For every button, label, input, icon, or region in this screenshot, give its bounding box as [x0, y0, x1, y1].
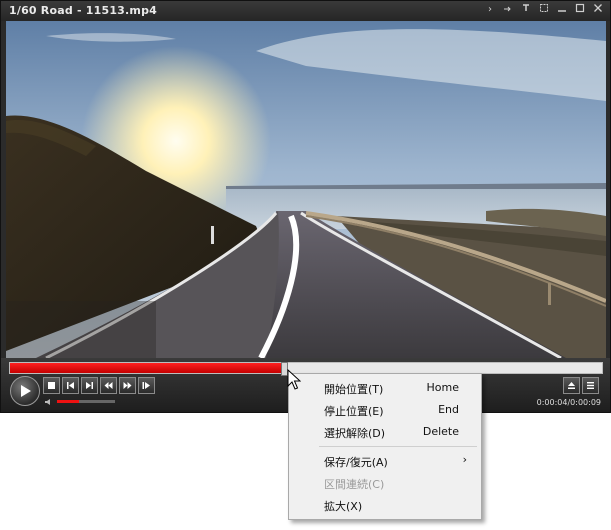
menu-item-stop-position[interactable]: 停止位置(E) End	[291, 399, 477, 421]
menu-item-shortcut: Delete	[422, 425, 459, 438]
video-frame[interactable]	[6, 21, 606, 358]
seek-progress-fill	[10, 363, 282, 373]
menu-item-shortcut: Home	[426, 381, 459, 394]
stop-button[interactable]	[43, 377, 60, 394]
skip-forward-icon	[86, 382, 93, 389]
menu-item-save-restore[interactable]: 保存/復元(A) ›	[291, 450, 477, 472]
menu-item-label: 拡大(X)	[324, 500, 363, 513]
menu-separator	[319, 446, 477, 447]
close-icon[interactable]	[592, 3, 604, 17]
volume-fill	[57, 400, 79, 403]
fast-forward-button[interactable]	[119, 377, 136, 394]
always-on-top-icon[interactable]	[520, 3, 532, 17]
fullscreen-icon[interactable]	[538, 3, 550, 17]
list-icon	[587, 382, 594, 389]
pin-icon[interactable]	[502, 3, 514, 17]
menu-item-label: 開始位置(T)	[324, 383, 384, 396]
next-button[interactable]	[81, 377, 98, 394]
context-menu: 開始位置(T) Home 停止位置(E) End 選択解除(D) Delete …	[288, 373, 482, 520]
menu-item-zoom[interactable]: 拡大(X)	[291, 494, 477, 516]
title-bar[interactable]: 1/60 Road - 11513.mp4 ›	[1, 1, 610, 21]
player-window: 1/60 Road - 11513.mp4 › 0:00:04/0:00:09	[0, 0, 611, 413]
time-display: 0:00:04/0:00:09	[536, 398, 601, 407]
volume-icon[interactable]	[45, 398, 53, 406]
transport-buttons	[43, 377, 155, 394]
frame-step-button[interactable]	[138, 377, 155, 394]
previous-button[interactable]	[62, 377, 79, 394]
menu-item-label: 停止位置(E)	[324, 405, 384, 418]
eject-button[interactable]	[563, 377, 580, 394]
playlist-button[interactable]	[582, 377, 599, 394]
menu-item-label: 保存/復元(A)	[324, 456, 388, 469]
chevron-right-icon[interactable]: ›	[484, 3, 496, 17]
stop-icon	[48, 382, 55, 389]
right-buttons	[563, 377, 599, 394]
minimize-icon[interactable]	[556, 3, 568, 17]
fast-forward-icon	[123, 382, 132, 389]
rewind-button[interactable]	[100, 377, 117, 394]
frame-step-icon	[142, 382, 150, 389]
menu-item-start-position[interactable]: 開始位置(T) Home	[291, 377, 477, 399]
play-button[interactable]	[10, 376, 40, 406]
menu-item-label: 選択解除(D)	[324, 427, 386, 440]
mouse-cursor-icon	[287, 369, 301, 390]
menu-item-clear-selection[interactable]: 選択解除(D) Delete	[291, 421, 477, 443]
eject-icon	[568, 382, 575, 389]
submenu-arrow-icon: ›	[462, 453, 467, 466]
titlebar-icons: ›	[484, 3, 604, 17]
menu-item-section-loop: 区間連続(C)	[291, 472, 477, 494]
rewind-icon	[104, 382, 113, 389]
maximize-icon[interactable]	[574, 3, 586, 17]
volume-slider[interactable]	[57, 400, 115, 403]
menu-item-shortcut: End	[438, 403, 459, 416]
play-icon	[21, 385, 31, 397]
window-title: 1/60 Road - 11513.mp4	[9, 4, 157, 17]
skip-back-icon	[67, 382, 74, 389]
menu-item-label: 区間連続(C)	[324, 478, 385, 491]
